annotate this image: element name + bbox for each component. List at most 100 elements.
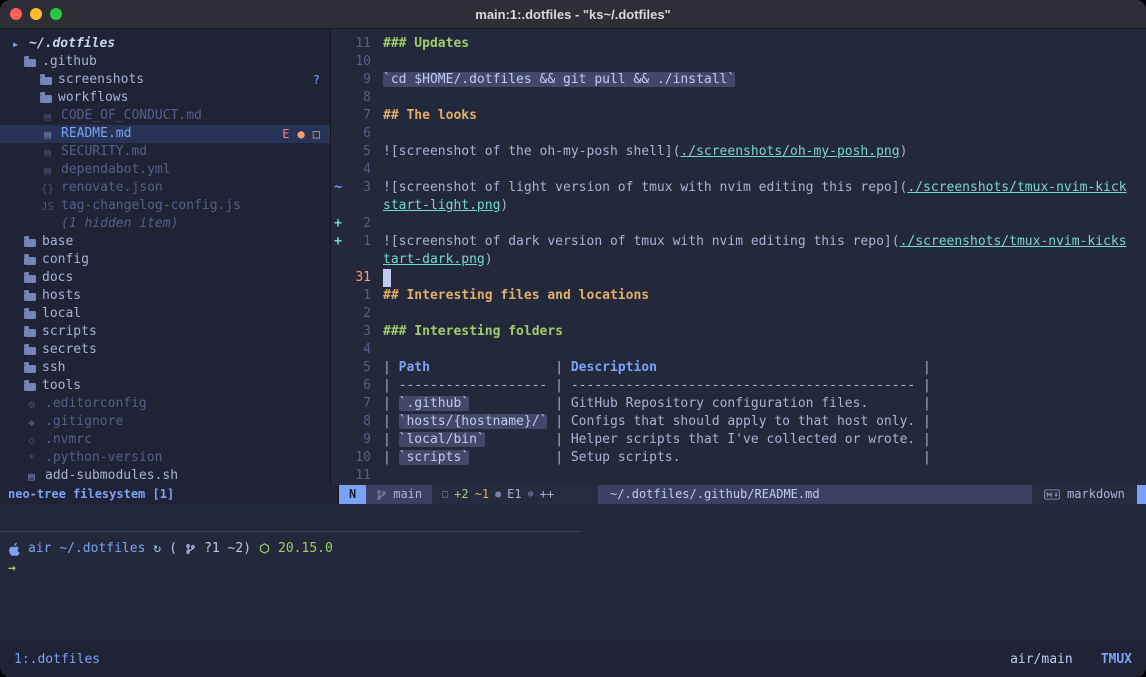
editor-line[interactable]: 11### Updates xyxy=(331,35,1146,53)
editor-line[interactable]: 10| `scripts` | Setup scripts. | xyxy=(331,449,1146,467)
tree-item-base[interactable]: base xyxy=(0,233,330,251)
apple-icon xyxy=(8,542,20,556)
line-number: 4 xyxy=(345,161,371,179)
shell-pane[interactable]: air ~/.dotfiles↻(?1 ~2)20.15.0 → xyxy=(0,504,1146,641)
tree-item-security.md[interactable]: ▤SECURITY.md xyxy=(0,143,330,161)
file-tree[interactable]: ▸~/.dotfiles.githubscreenshots?workflows… xyxy=(0,29,330,485)
editor-line[interactable]: +2 xyxy=(331,215,1146,233)
gitsign-column xyxy=(331,449,345,467)
gitsign-column: + xyxy=(331,215,345,233)
tree-item-dependabot.yml[interactable]: ▤dependabot.yml xyxy=(0,161,330,179)
editor-line[interactable]: 6| ------------------- | ---------------… xyxy=(331,377,1146,395)
folder-icon xyxy=(24,257,36,265)
zoom-button[interactable] xyxy=(50,8,62,20)
editor-line[interactable]: 5| Path | Description | xyxy=(331,359,1146,377)
text-segment: Setup scripts. | xyxy=(571,450,931,465)
editor-line[interactable]: 4 xyxy=(331,341,1146,359)
tree-item-workflows[interactable]: workflows xyxy=(0,89,330,107)
editor-line[interactable]: start-light.png) xyxy=(331,197,1146,215)
line-number: 8 xyxy=(345,89,371,107)
gitsign-column xyxy=(331,107,345,125)
tree-item-ssh[interactable]: ssh xyxy=(0,359,330,377)
gitsign-column xyxy=(331,359,345,377)
text-segment: | xyxy=(547,414,570,429)
editor-line[interactable]: 4 xyxy=(331,161,1146,179)
hexagon-icon xyxy=(259,543,270,555)
tree-item-readme.md[interactable]: ▤README.mdE●□ xyxy=(0,125,330,143)
editor-line[interactable]: ~3![screenshot of light version of tmux … xyxy=(331,179,1146,197)
text-segment: ![screenshot of dark version of tmux wit… xyxy=(383,234,900,249)
titlebar[interactable]: main:1:.dotfiles - "ks~/.dotfiles" xyxy=(0,0,1146,29)
editor-line[interactable]: 3### Interesting folders xyxy=(331,323,1146,341)
editor-line[interactable]: +1![screenshot of dark version of tmux w… xyxy=(331,233,1146,251)
tree-item-label: add-submodules.sh xyxy=(45,467,178,485)
editor-line[interactable]: tart-dark.png) xyxy=(331,251,1146,269)
line-text: | Path | Description | xyxy=(383,359,931,377)
line-text: | ------------------- | ----------------… xyxy=(383,377,931,395)
statusline-tokens: □+2~1●E1⊕++ xyxy=(432,485,564,504)
editor-line[interactable]: 10 xyxy=(331,53,1146,71)
editor-line[interactable]: 6 xyxy=(331,125,1146,143)
minimize-button[interactable] xyxy=(30,8,42,20)
line-number: 2 xyxy=(345,305,371,323)
text-segment: ## The looks xyxy=(383,108,477,123)
sync-icon: ↻ xyxy=(153,540,161,558)
tree-item-.github[interactable]: .github xyxy=(0,53,330,71)
tree-item-renovate.json[interactable]: {}renovate.json xyxy=(0,179,330,197)
line-number: 1 xyxy=(345,287,371,305)
text-segment: Helper scripts that I've collected or wr… xyxy=(571,432,931,447)
tree-item-.python-version[interactable]: *.python-version xyxy=(0,449,330,467)
editor-line[interactable]: 8 xyxy=(331,89,1146,107)
line-number: 7 xyxy=(345,395,371,413)
editor-line[interactable]: 31 xyxy=(331,269,1146,287)
line-text: `cd $HOME/.dotfiles && git pull && ./ins… xyxy=(383,71,735,89)
tree-item-add-submodules.sh[interactable]: ▤add-submodules.sh xyxy=(0,467,330,485)
folder-icon xyxy=(24,293,36,301)
tree-item-config[interactable]: config xyxy=(0,251,330,269)
text-segment: GitHub Repository configuration files. | xyxy=(571,396,931,411)
tree-item-tag-changelog-config.js[interactable]: JStag-changelog-config.js xyxy=(0,197,330,215)
tree-item-label: ssh xyxy=(42,359,65,377)
tree-item--.dotfiles[interactable]: ▸~/.dotfiles xyxy=(0,35,330,53)
close-button[interactable] xyxy=(10,8,22,20)
text-segment: `hosts/{hostname}/` xyxy=(399,414,548,429)
editor-buffer[interactable]: 11### Updates 10 9`cd $HOME/.dotfiles &&… xyxy=(330,29,1146,485)
tree-item-tools[interactable]: tools xyxy=(0,377,330,395)
line-number: 11 xyxy=(345,35,371,53)
line-text: ![screenshot of dark version of tmux wit… xyxy=(383,233,1127,251)
editor-line[interactable]: 7## The looks xyxy=(331,107,1146,125)
editor-line[interactable]: 1## Interesting files and locations xyxy=(331,287,1146,305)
editor-line[interactable]: 7| `.github` | GitHub Repository configu… xyxy=(331,395,1146,413)
editor-line[interactable]: 2 xyxy=(331,305,1146,323)
tree-item-scripts[interactable]: scripts xyxy=(0,323,330,341)
editor-line[interactable]: 11 xyxy=(331,467,1146,485)
tree-item-.nvmrc[interactable]: ◇.nvmrc xyxy=(0,431,330,449)
tree-item-secrets[interactable]: secrets xyxy=(0,341,330,359)
file-json-icon: {} xyxy=(40,183,55,194)
editor-line[interactable]: 5![screenshot of the oh-my-posh shell](.… xyxy=(331,143,1146,161)
editor-line[interactable]: 9`cd $HOME/.dotfiles && git pull && ./in… xyxy=(331,71,1146,89)
tree-item-.gitignore[interactable]: ◆.gitignore xyxy=(0,413,330,431)
tmux-window-item[interactable]: 1:.dotfiles xyxy=(14,652,100,667)
gitsign-column xyxy=(331,251,345,269)
plus-icon: ⊕ xyxy=(528,485,534,504)
window-title: main:1:.dotfiles - "ks~/.dotfiles" xyxy=(0,7,1146,22)
gitsign-column xyxy=(331,197,345,215)
diff-icon: □ xyxy=(442,485,448,504)
tree-item-hosts[interactable]: hosts xyxy=(0,287,330,305)
editor-line[interactable]: 9| `local/bin` | Helper scripts that I'v… xyxy=(331,431,1146,449)
tree-item-local[interactable]: local xyxy=(0,305,330,323)
tree-item-label: screenshots xyxy=(58,71,144,89)
editor-line[interactable]: 8| `hosts/{hostname}/` | Configs that sh… xyxy=(331,413,1146,431)
text-segment: ./screenshots/oh-my-posh.png xyxy=(680,144,899,159)
gitsign-column xyxy=(331,89,345,107)
tree-item-label: SECURITY.md xyxy=(61,143,147,161)
tree-item-screenshots[interactable]: screenshots? xyxy=(0,71,330,89)
text-segment: | xyxy=(383,450,399,465)
tree-item-.editorconfig[interactable]: ⚙.editorconfig xyxy=(0,395,330,413)
gitsign-column xyxy=(331,413,345,431)
tree-item-code-of-conduct.md[interactable]: ▤CODE_OF_CONDUCT.md xyxy=(0,107,330,125)
tree-item-docs[interactable]: docs xyxy=(0,269,330,287)
line-text: ![screenshot of light version of tmux wi… xyxy=(383,179,1127,197)
tree-item--1-hidden-item-[interactable]: (1 hidden item) xyxy=(0,215,330,233)
